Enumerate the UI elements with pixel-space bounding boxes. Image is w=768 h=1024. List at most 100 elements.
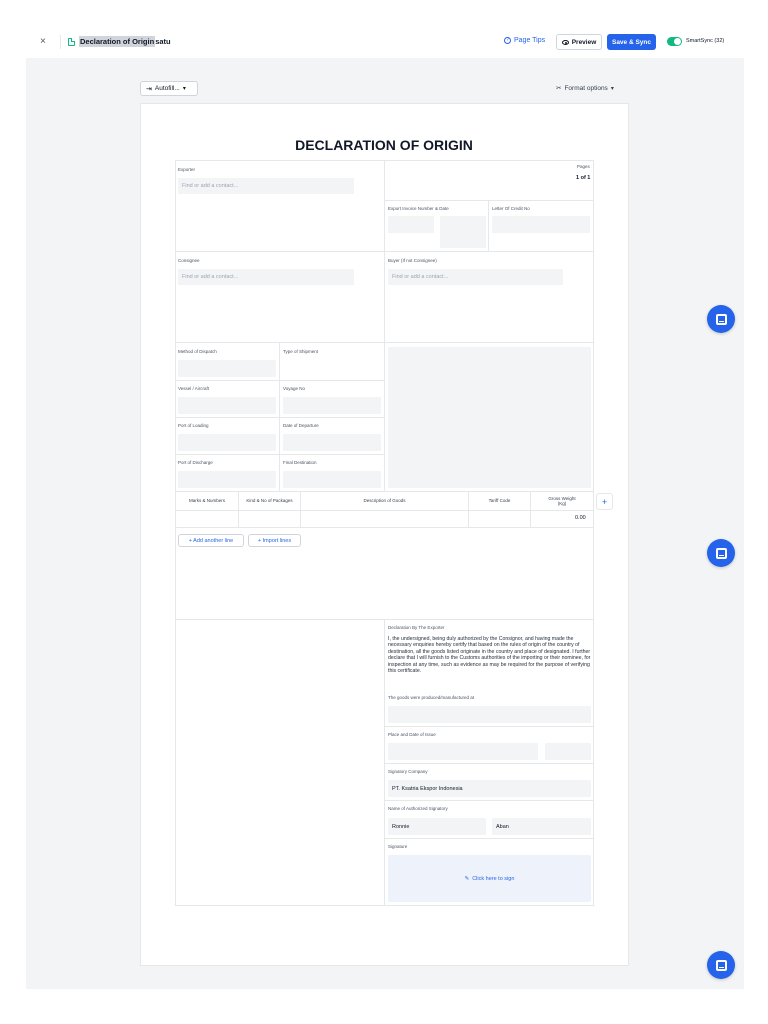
help-icon: ? [504,37,511,44]
divider [238,491,239,527]
save-sync-button[interactable]: Save & Sync [607,34,656,50]
final-destination-field[interactable] [283,471,381,488]
produced-label: The goods were produced/manufactured at [388,695,475,700]
col-tariff: Tariff Code [488,498,511,503]
col-packages: Kind & No of Packages [246,498,293,503]
date-issue-field[interactable] [545,743,591,760]
divider [300,491,301,527]
chevron-down-icon: ▾ [610,85,614,92]
date-departure-label: Date of Departure [283,423,319,428]
divider [175,527,594,528]
divider [468,491,469,527]
smartsync-toggle[interactable] [667,37,682,46]
col-gross-weight: Gross Weight (Kg) [548,496,576,506]
document-title-rest: satu [155,37,171,46]
signature-box[interactable]: ✎ Click here to sign [388,855,591,902]
type-shipment-label: Type of Shipment [283,349,319,354]
pages-label: Pages [577,164,590,169]
close-icon[interactable]: × [40,37,50,47]
page-tips-link[interactable]: ? Page Tips [504,37,545,44]
divider [530,491,531,527]
add-line-button[interactable]: + Add another line [178,534,244,547]
document-icon [68,37,75,46]
preview-button[interactable]: Preview [556,34,602,50]
declaration-label: Declaration By The Exporter [388,625,445,630]
port-discharge-label: Port of Discharge [178,460,213,465]
chat-button[interactable] [707,539,735,567]
vessel-label: Vessel / Aircraft [178,386,210,391]
first-name-field[interactable]: Ronnie [388,818,486,835]
col-marks: Marks & Numbers [188,498,225,503]
signatory-company-label: Signatory Company [388,769,428,774]
voyage-label: Voyage No [283,386,306,391]
method-dispatch-label: Method of Dispatch [178,349,217,354]
top-bar: × Declaration of Origin satu ? Page Tips… [26,28,744,58]
divider [488,200,489,251]
format-icon: ✂ [556,85,562,92]
divider [384,763,594,764]
divider [175,417,384,418]
autofill-dropdown[interactable]: ⇥ Autofill... ▾ [140,81,198,96]
format-options-label: Format options [564,84,608,92]
format-options-dropdown[interactable]: ✂ Format options ▾ [556,84,614,93]
chat-button[interactable] [707,305,735,333]
port-loading-label: Port of Loading [178,423,209,428]
last-name-field[interactable]: Aban [492,818,591,835]
chat-button[interactable] [707,951,735,979]
signature-label: Signature [388,844,408,849]
date-departure-field[interactable] [283,434,381,451]
buyer-label: Buyer (If not Consignee) [388,258,437,263]
invoice-date-field[interactable] [440,216,486,248]
pen-icon: ✎ [464,875,470,882]
authorized-signatory-label: Name of Authorized Signatory [388,806,448,811]
chevron-down-icon: ▾ [182,86,186,92]
invoice-label: Export Invoice Number & Date [388,206,449,211]
signatory-company-field[interactable]: PT. Ksatria Ekspor Indonesia [388,780,591,797]
form-title: DECLARATION OF ORIGIN [295,137,473,153]
autofill-icon: ⇥ [146,85,152,93]
page-tips-label: Page Tips [514,37,546,44]
smartsync-label: SmartSync (32) [686,38,725,44]
divider [384,200,594,201]
divider [384,160,385,491]
divider [384,726,594,727]
click-sign-label: Click here to sign [472,875,515,882]
letter-credit-field[interactable] [492,216,590,233]
chat-icon [715,313,727,325]
divider [175,380,384,381]
place-issue-field[interactable] [388,743,538,760]
chat-icon [715,547,727,559]
voyage-field[interactable] [283,397,381,414]
pages-value: 1 of 1 [576,175,591,181]
import-lines-button[interactable]: + Import lines [248,534,301,547]
autofill-label: Autofill... [154,85,180,92]
divider [384,800,594,801]
chat-icon [715,959,727,971]
divider [175,454,384,455]
add-column-button[interactable]: + [596,493,613,510]
buyer-field[interactable]: Find or add a contact... [388,269,563,285]
exporter-field[interactable]: Find or add a contact... [178,178,354,194]
port-loading-field[interactable] [178,434,276,451]
consignee-label: Consignee [178,258,200,263]
invoice-number-field[interactable] [388,216,434,233]
document-title[interactable]: Declaration of Origin satu [68,36,171,47]
port-discharge-field[interactable] [178,471,276,488]
notes-area[interactable] [388,347,591,488]
document-title-highlight: Declaration of Origin [79,36,156,47]
place-date-label: Place and Date of Issue [388,732,436,737]
divider [60,35,61,49]
declaration-text: I, the undersigned, being duly authorize… [388,636,591,675]
preview-label: Preview [571,38,597,46]
consignee-field[interactable]: Find or add a contact... [178,269,354,285]
eye-icon [561,39,569,45]
divider [175,342,594,343]
produced-field[interactable] [388,706,591,723]
divider [175,251,594,252]
method-dispatch-field[interactable] [178,360,276,377]
vessel-field[interactable] [178,397,276,414]
gross-weight-total: 0.00 [575,515,586,521]
final-destination-label: Final Destination [283,460,317,465]
exporter-label: Exporter [178,167,196,172]
letter-credit-label: Letter Of Credit No [492,206,530,211]
